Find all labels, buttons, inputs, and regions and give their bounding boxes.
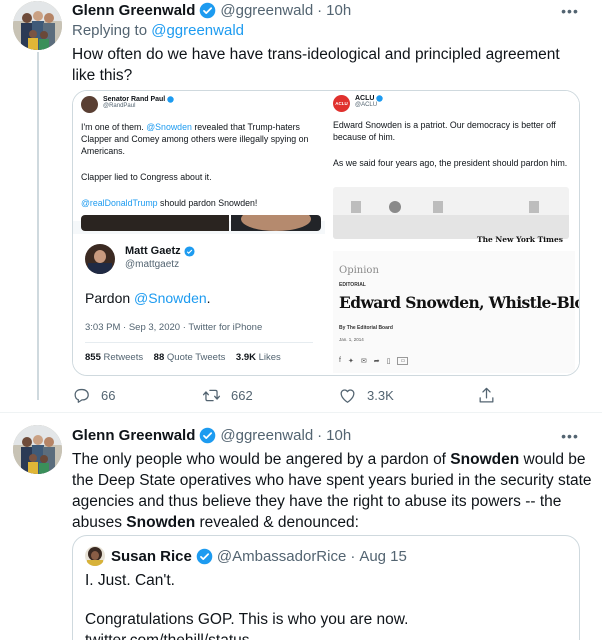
- avatar: [81, 96, 98, 113]
- retweet-icon: [202, 389, 221, 402]
- quoted-author-name: Susan Rice: [111, 547, 192, 565]
- like-count: 3.3K: [367, 388, 394, 403]
- quoted-tweet-link[interactable]: twitter.com/thehill/status...: [85, 632, 262, 640]
- tweet-timestamp[interactable]: 10h: [326, 2, 351, 19]
- tweet-header: Glenn Greenwald @ggreenwald · 10h: [72, 2, 352, 19]
- embedded-tweet-line: Clapper lied to Congress about it.: [81, 172, 212, 182]
- verified-badge-icon: [200, 427, 216, 444]
- quoted-tweet-text: I. Just. Can't.: [85, 572, 175, 589]
- verified-badge-icon: [167, 96, 174, 103]
- reply-button[interactable]: 66: [72, 386, 115, 405]
- reply-count: 66: [101, 388, 116, 403]
- embedded-tweet-aclu: ACLU ACLU @ACLU Edward Snowden is a patr…: [327, 91, 579, 375]
- retweet-button[interactable]: 662: [202, 386, 253, 405]
- more-options-icon[interactable]: •••: [560, 429, 580, 449]
- aclu-logo: ACLU: [333, 95, 350, 112]
- embedded-author-name: Senator Rand Paul: [103, 96, 166, 103]
- nyt-article-card: Opinion EDITORIAL Edward Snowden, Whistl…: [333, 251, 579, 373]
- avatar[interactable]: [13, 425, 62, 474]
- nyt-date: Jan. 1, 2014: [339, 337, 364, 342]
- media-image-right[interactable]: ACLU ACLU @ACLU Edward Snowden is a patr…: [327, 91, 579, 375]
- embedded-author-handle: @ACLU: [355, 102, 378, 108]
- tweet-timestamp[interactable]: 10h: [326, 427, 351, 444]
- embedded-author-handle: @mattgaetz: [125, 259, 180, 270]
- verified-badge-icon: [196, 548, 213, 564]
- embedded-author-name: ACLU: [355, 95, 375, 102]
- verified-badge-icon: [184, 245, 195, 257]
- nyt-masthead: The New York Times: [477, 235, 563, 244]
- avatar: [85, 244, 115, 274]
- avatar: [85, 546, 105, 566]
- embedded-author-name: Matt Gaetz: [125, 245, 181, 257]
- replying-to: Replying to @ggreenwald: [72, 22, 245, 39]
- tweet-media[interactable]: Senator Rand Paul @RandPaul I'm one of t…: [72, 90, 580, 376]
- embedded-tweet-text: Pardon @Snowden.: [85, 290, 211, 306]
- author-handle[interactable]: @ggreenwald: [220, 427, 313, 444]
- more-options-icon[interactable]: •••: [560, 4, 580, 24]
- embedded-tweet-meta: 3:03 PM · Sep 3, 2020 · Twitter for iPho…: [85, 322, 263, 333]
- email-icon: ✉: [360, 358, 367, 365]
- nyt-headline: Edward Snowden, Whistle-Blower: [339, 293, 579, 312]
- quoted-tweet[interactable]: Susan Rice @AmbassadorRice · Aug 15 I. J…: [72, 535, 580, 640]
- verified-badge-icon: [200, 2, 216, 19]
- avatar[interactable]: [13, 1, 62, 50]
- quoted-author-handle: @AmbassadorRice: [216, 547, 347, 565]
- reply-icon: [74, 388, 89, 403]
- nyt-kicker: EDITORIAL: [339, 282, 366, 288]
- author-handle[interactable]: @ggreenwald: [220, 2, 313, 19]
- quoted-tweet-timestamp: Aug 15: [359, 547, 407, 565]
- facebook-icon: f: [339, 357, 341, 364]
- retweet-count: 662: [231, 388, 253, 403]
- quoted-tweet-header: Susan Rice @AmbassadorRice · Aug 15: [85, 546, 407, 566]
- embedded-tweet-text: Edward Snowden is a patriot. Our democra…: [333, 120, 556, 142]
- replying-to-handle[interactable]: @ggreenwald: [151, 22, 244, 39]
- tweet-1[interactable]: Glenn Greenwald @ggreenwald · 10h ••• Re…: [0, 0, 602, 412]
- tweet-text: The only people who would be angered by …: [72, 451, 592, 531]
- author-name[interactable]: Glenn Greenwald: [72, 2, 195, 19]
- thread-connector-line: [37, 52, 39, 400]
- share-icon: ➦: [373, 358, 380, 365]
- quoted-tweet-text: Congratulations GOP. This is who you are…: [85, 611, 409, 628]
- embedded-photo-strip: [81, 215, 321, 231]
- nyt-byline: By The Editorial Board: [339, 325, 393, 331]
- embedded-tweet-stats: 855 Retweets 88 Quote Tweets 3.9K Likes: [85, 352, 281, 363]
- embedded-tweet-text: As we said four years ago, the president…: [333, 158, 568, 168]
- share-button[interactable]: [477, 386, 506, 405]
- bookmark-icon: ▯: [386, 358, 391, 365]
- twitter-icon: ✦: [347, 358, 354, 365]
- media-image-left[interactable]: Senator Rand Paul @RandPaul I'm one of t…: [73, 91, 325, 375]
- heart-icon: [340, 389, 355, 403]
- tweet-header: Glenn Greenwald @ggreenwald · 10h: [72, 427, 352, 444]
- embedded-tweet-line: @realDonaldTrump should pardon Snowden!: [81, 198, 258, 208]
- nyt-section: Opinion: [339, 265, 379, 276]
- tweet-actions: 66 662 3.3K: [72, 386, 512, 406]
- share-icon: [479, 387, 494, 403]
- nyt-share-icons: f ✦ ✉ ➦ ▯ ▭: [339, 357, 409, 365]
- like-button[interactable]: 3.3K: [338, 386, 394, 405]
- embedded-tweet-rand-paul: Senator Rand Paul @RandPaul I'm one of t…: [73, 91, 325, 221]
- comments-icon: ▭: [397, 357, 409, 365]
- author-name[interactable]: Glenn Greenwald: [72, 427, 195, 444]
- verified-badge-icon: [376, 95, 384, 102]
- nyt-card-image: [333, 187, 569, 239]
- tweet-text: How often do we have have trans-ideologi…: [72, 46, 560, 84]
- embedded-tweet-matt-gaetz: Matt Gaetz @mattgaetz Pardon @Snowden. 3…: [73, 234, 325, 375]
- embedded-tweet-text: I'm one of them. @Snowden revealed that …: [81, 122, 309, 156]
- embedded-author-handle: @RandPaul: [103, 103, 136, 109]
